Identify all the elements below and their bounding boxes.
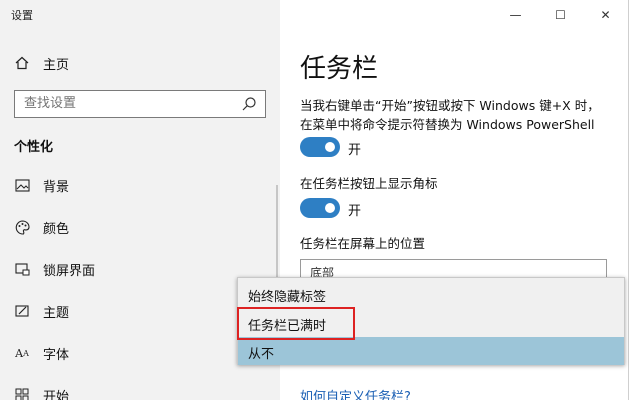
window-controls: — ☐ ✕: [493, 0, 628, 30]
sidebar-item-label: 主题: [43, 305, 70, 321]
dropdown-option-never[interactable]: 从不: [238, 337, 624, 365]
sidebar-item-label: 锁屏界面: [43, 263, 96, 279]
sidebar-item-home[interactable]: 主页: [0, 43, 280, 83]
theme-icon: [14, 303, 30, 319]
setting-position-label: 任务栏在屏幕上的位置: [300, 236, 426, 251]
powershell-toggle[interactable]: [300, 137, 340, 157]
section-title: 个性化: [14, 140, 54, 155]
dropdown-option-label: 从不: [248, 347, 275, 362]
page-title: 任务栏: [300, 54, 379, 84]
minimize-button[interactable]: —: [493, 0, 538, 30]
sidebar-item-label: 颜色: [43, 221, 70, 237]
badges-toggle-state: 开: [348, 204, 362, 219]
dropdown-option-always-hide[interactable]: 始终隐藏标签: [238, 280, 624, 308]
sidebar-item-start[interactable]: 开始: [0, 375, 280, 400]
sidebar-item-label: 主页: [43, 57, 70, 73]
search-input[interactable]: [24, 96, 224, 111]
font-icon: AA: [15, 346, 29, 360]
start-icon: [14, 387, 30, 400]
search-box[interactable]: [14, 90, 266, 118]
dropdown-option-label: 始终隐藏标签: [248, 290, 327, 305]
badges-toggle[interactable]: [300, 198, 340, 218]
sidebar-item-colors[interactable]: 颜色: [0, 207, 280, 247]
setting-powershell-line1: 当我右键单击“开始”按钮或按下 Windows 键+X 时，: [300, 98, 600, 113]
image-icon: [14, 177, 30, 193]
toggle-knob: [325, 142, 335, 152]
maximize-button[interactable]: ☐: [538, 0, 583, 30]
sidebar-item-background[interactable]: 背景: [0, 165, 280, 205]
toggle-knob: [325, 203, 335, 213]
sidebar-item-label: 字体: [43, 347, 70, 363]
window-title: 设置: [11, 9, 33, 22]
close-button[interactable]: ✕: [583, 0, 628, 30]
search-icon[interactable]: [241, 96, 257, 112]
annotation-highlight-box: [237, 307, 355, 340]
sidebar-item-label: 开始: [43, 389, 70, 400]
setting-powershell-line2: 在菜单中将命令提示符替换为 Windows PowerShell: [300, 117, 595, 132]
settings-window: 设置 主页 个性化 背景 颜色: [0, 0, 629, 400]
home-icon: [14, 55, 30, 71]
palette-icon: [14, 219, 30, 235]
sidebar-item-label: 背景: [43, 179, 70, 195]
customize-taskbar-link[interactable]: 如何自定义任务栏?: [300, 386, 411, 400]
lock-screen-icon: [14, 261, 30, 277]
setting-badges-label: 在任务栏按钮上显示角标: [300, 176, 438, 191]
setting-powershell-label: 当我右键单击“开始”按钮或按下 Windows 键+X 时， 在菜单中将命令提示…: [300, 96, 620, 134]
powershell-toggle-state: 开: [348, 143, 362, 158]
